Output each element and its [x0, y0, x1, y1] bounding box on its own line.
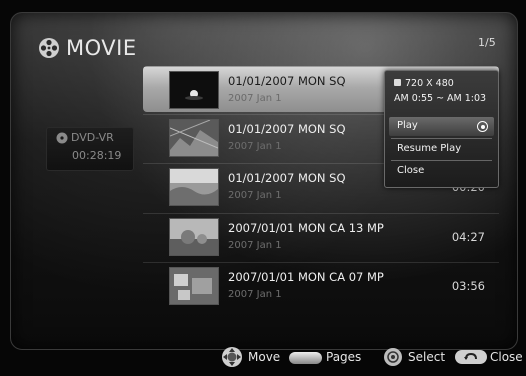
info-icon — [394, 79, 401, 86]
direction-pad-icon — [222, 347, 242, 367]
select-hint: Select — [408, 350, 446, 364]
enter-button-icon — [384, 348, 402, 366]
source-time: 00:28:19 — [72, 149, 122, 162]
menu-divider — [391, 138, 492, 139]
return-button-icon — [455, 350, 487, 364]
item-date: 2007 Jan 1 — [228, 289, 282, 300]
item-date: 2007 Jan 1 — [228, 240, 282, 251]
list-item[interactable]: 2007/01/01 MON CA 07 MP 2007 Jan 1 03:56 — [143, 262, 499, 308]
time-range: AM 0:55 ~ AM 1:03 — [394, 93, 487, 104]
options-popup: 720 X 480 AM 0:55 ~ AM 1:03 Play Resume … — [384, 70, 499, 188]
close-menu-item[interactable]: Close — [389, 162, 494, 181]
source-label: DVD-VR — [71, 131, 114, 144]
thumbnail-image — [169, 168, 219, 206]
resolution-text: 720 X 480 — [394, 78, 454, 89]
item-title: 01/01/2007 MON SQ — [228, 171, 346, 185]
list-item[interactable]: 2007/01/01 MON CA 13 MP 2007 Jan 1 04:27 — [143, 213, 499, 259]
item-title: 2007/01/01 MON CA 13 MP — [228, 221, 384, 235]
thumbnail-image — [169, 267, 219, 305]
popup-info: 720 X 480 AM 0:55 ~ AM 1:03 — [385, 71, 498, 109]
thumbnail-image — [169, 119, 219, 157]
close-label: Close — [397, 165, 425, 176]
page-buttons-icon — [289, 352, 322, 364]
resume-play-label: Resume Play — [397, 143, 462, 154]
item-date: 2007 Jan 1 — [228, 190, 282, 201]
play-menu-item[interactable]: Play — [389, 117, 494, 136]
page-indicator: 1/5 — [478, 36, 496, 49]
resume-play-menu-item[interactable]: Resume Play — [389, 140, 494, 159]
film-reel-icon — [39, 38, 59, 58]
resolution-value: 720 X 480 — [405, 78, 454, 89]
disc-icon — [56, 132, 68, 144]
page-title: MOVIE — [66, 36, 137, 60]
item-title: 01/01/2007 MON SQ — [228, 74, 346, 88]
screen: MOVIE 1/5 DVD-VR 00:28:19 01/01/2007 MON… — [0, 0, 526, 376]
thumbnail-image — [169, 71, 219, 109]
footer-help-bar: Move Pages Select Close — [0, 347, 526, 369]
pages-hint: Pages — [326, 350, 362, 364]
item-duration: 03:56 — [451, 279, 485, 293]
item-title: 01/01/2007 MON SQ — [228, 122, 346, 136]
move-hint: Move — [248, 350, 281, 364]
item-title: 2007/01/01 MON CA 07 MP — [228, 270, 384, 284]
thumbnail-image — [169, 218, 219, 256]
item-date: 2007 Jan 1 — [228, 141, 282, 152]
menu-divider — [391, 160, 492, 161]
play-label: Play — [397, 120, 418, 131]
item-duration: 04:27 — [451, 230, 485, 244]
selected-radio-icon — [477, 121, 488, 132]
close-hint: Close — [490, 350, 523, 364]
item-date: 2007 Jan 1 — [228, 93, 282, 104]
